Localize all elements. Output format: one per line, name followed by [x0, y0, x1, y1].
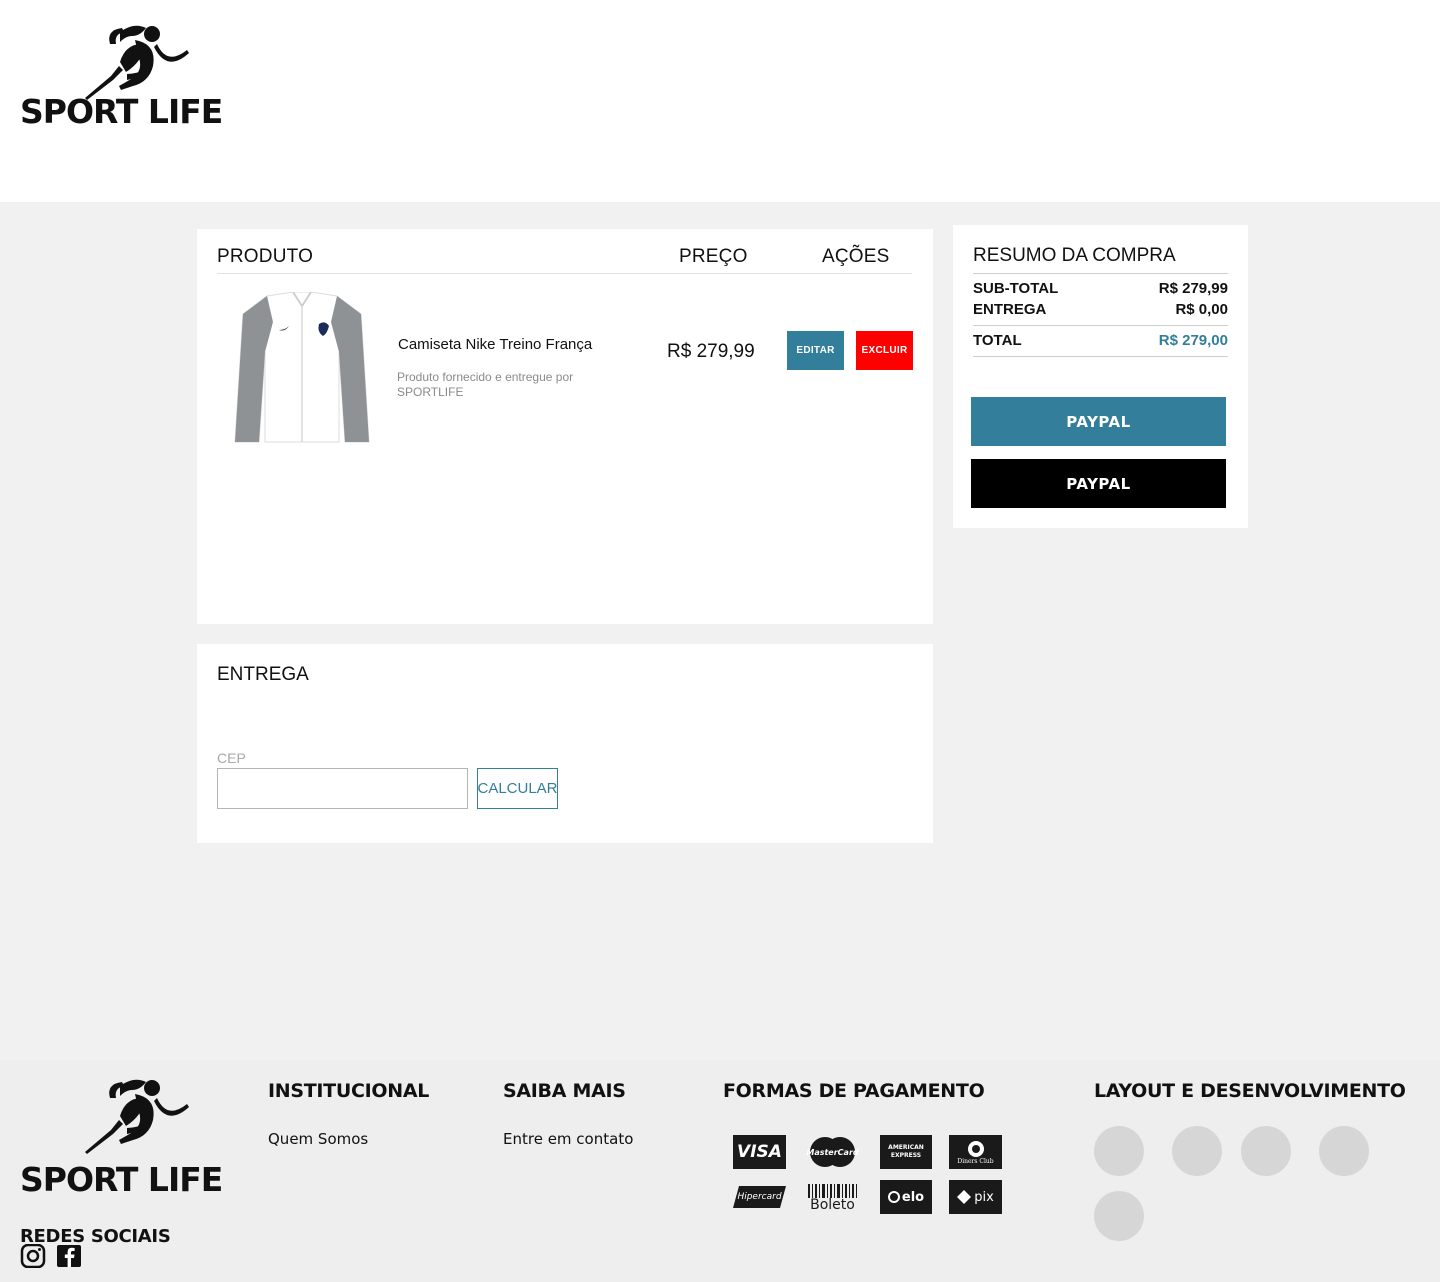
- developer-avatar[interactable]: [1319, 1126, 1369, 1176]
- site-footer: SPORT LIFE REDES SOCIAIS INSTITUCIONAL Q…: [0, 1060, 1440, 1282]
- shipping-value: R$ 0,00: [1175, 301, 1228, 318]
- facebook-icon[interactable]: [56, 1244, 82, 1268]
- link-about-us[interactable]: Quem Somos: [268, 1130, 368, 1148]
- runner-icon: [85, 25, 189, 100]
- shipping-title: ENTREGA: [217, 664, 309, 685]
- edit-button[interactable]: EDITAR: [787, 331, 844, 370]
- pix-icon: pix: [949, 1180, 1002, 1214]
- diners-club-icon: Diners Club: [949, 1135, 1002, 1169]
- total-label: TOTAL: [973, 332, 1022, 349]
- developer-avatar[interactable]: [1172, 1126, 1222, 1176]
- developer-avatar[interactable]: [1241, 1126, 1291, 1176]
- institutional-title: INSTITUCIONAL: [268, 1080, 430, 1102]
- developer-avatar[interactable]: [1094, 1191, 1144, 1241]
- cart-panel: PRODUTO PREÇO AÇÕES Camiseta Nike Treino…: [197, 229, 933, 624]
- summary-divider-mid: [973, 325, 1228, 326]
- product-image[interactable]: [233, 292, 371, 444]
- product-seller-note: Produto fornecido e entregue por SPORTLI…: [397, 370, 574, 399]
- subtotal-row: SUB-TOTAL R$ 279,99: [973, 280, 1228, 297]
- brand-name: SPORT LIFE: [20, 92, 223, 131]
- payment-methods-title: FORMAS DE PAGAMENTO: [723, 1080, 985, 1102]
- shipping-label: ENTREGA: [973, 301, 1047, 318]
- mastercard-icon: MasterCard: [806, 1135, 859, 1169]
- calculate-button[interactable]: CALCULAR: [477, 768, 558, 809]
- subtotal-label: SUB-TOTAL: [973, 280, 1059, 297]
- learn-more-title: SAIBA MAIS: [503, 1080, 626, 1102]
- instagram-icon[interactable]: [20, 1244, 46, 1268]
- elo-icon: elo: [880, 1180, 932, 1214]
- link-contact[interactable]: Entre em contato: [503, 1130, 633, 1148]
- footer-logo[interactable]: SPORT LIFE: [20, 1076, 223, 1201]
- column-header-product: PRODUTO: [217, 246, 314, 267]
- footer-brand-name: SPORT LIFE: [20, 1160, 223, 1199]
- cep-label: CEP: [217, 750, 246, 766]
- shipping-row: ENTREGA R$ 0,00: [973, 301, 1228, 318]
- column-header-price: PREÇO: [679, 246, 748, 267]
- summary-title: RESUMO DA COMPRA: [973, 245, 1176, 266]
- product-price: R$ 279,99: [667, 341, 755, 362]
- total-row: TOTAL R$ 279,00: [973, 332, 1228, 349]
- layout-dev-title: LAYOUT E DESENVOLVIMENTO: [1094, 1080, 1406, 1102]
- subtotal-value: R$ 279,99: [1158, 280, 1228, 297]
- header-divider: [217, 273, 912, 274]
- boleto-icon: Boleto: [806, 1180, 859, 1214]
- product-name[interactable]: Camiseta Nike Treino França: [398, 336, 592, 353]
- shipping-panel: ENTREGA CEP CALCULAR: [197, 644, 933, 843]
- summary-divider-bottom: [973, 356, 1228, 357]
- column-header-actions: AÇÕES: [822, 246, 890, 267]
- developer-avatar[interactable]: [1094, 1126, 1144, 1176]
- paypal-button-primary[interactable]: PAYPAL: [971, 397, 1226, 446]
- amex-icon: AMERICAN EXPRESS: [880, 1135, 932, 1169]
- total-value: R$ 279,00: [1158, 332, 1228, 349]
- cep-input[interactable]: [217, 768, 468, 809]
- order-summary-panel: RESUMO DA COMPRA SUB-TOTAL R$ 279,99 ENT…: [953, 225, 1248, 528]
- paypal-button-secondary[interactable]: PAYPAL: [971, 459, 1226, 508]
- hipercard-icon: Hipercard: [733, 1180, 786, 1214]
- visa-icon: VISA: [733, 1135, 786, 1169]
- summary-divider-top: [973, 273, 1228, 274]
- delete-button[interactable]: EXCLUIR: [856, 331, 913, 370]
- header-logo[interactable]: SPORT LIFE: [20, 22, 223, 132]
- site-header: SPORT LIFE: [0, 0, 1440, 202]
- runner-icon: [85, 1079, 189, 1154]
